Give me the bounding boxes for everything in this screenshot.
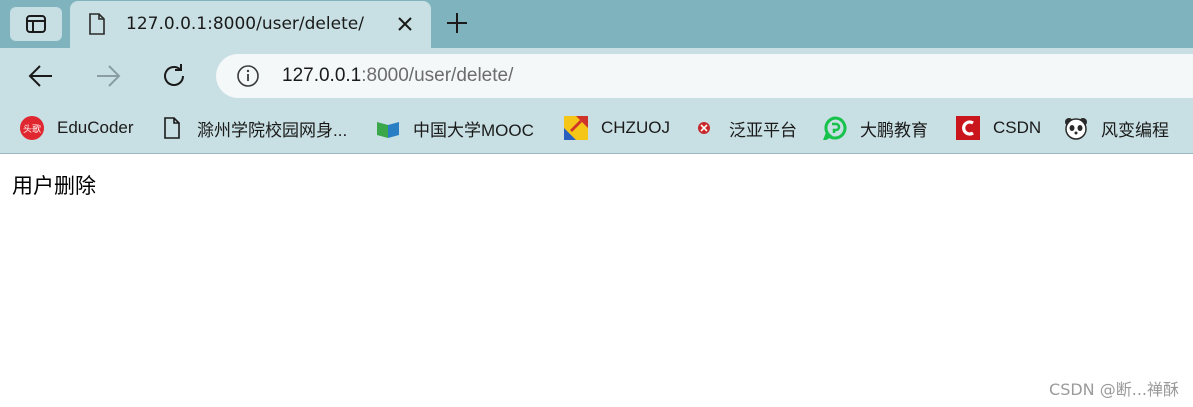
page-heading-text: 用户删除 — [12, 174, 96, 198]
dapeng-icon — [823, 116, 847, 140]
bookmark-chzuoj[interactable]: CHZUOJ — [564, 114, 670, 142]
new-tab-icon[interactable] — [445, 11, 469, 35]
watermark-text: CSDN @断...禅酥 — [1049, 380, 1179, 399]
bookmark-label: CHZUOJ — [601, 118, 670, 137]
info-icon[interactable] — [236, 64, 260, 88]
forward-arrow-icon[interactable] — [94, 62, 122, 90]
panda-icon — [1065, 118, 1087, 140]
bookmark-csdn[interactable]: CSDN — [956, 114, 1041, 142]
bookmark-mooc[interactable]: 中国大学MOOC — [376, 114, 534, 142]
address-bar[interactable]: 127.0.0.1:8000/user/delete/ — [216, 54, 1193, 98]
bookmark-label: 泛亚平台 — [729, 120, 797, 140]
close-icon[interactable] — [397, 16, 413, 32]
tab-title: 127.0.0.1:8000/user/delete/ — [126, 14, 364, 34]
bookmark-label: 风变编程 — [1101, 120, 1169, 140]
bookmark-fengbian[interactable]: 风变编程 — [1064, 114, 1169, 142]
url-path: :8000/user/delete/ — [361, 65, 514, 86]
url-text[interactable]: 127.0.0.1:8000/user/delete/ — [282, 65, 513, 87]
bookmark-label: 大鹏教育 — [860, 120, 928, 140]
reload-icon[interactable] — [160, 62, 188, 90]
tab-actions-icon — [26, 15, 46, 33]
bookmark-label: CSDN — [993, 118, 1042, 137]
page-icon — [164, 117, 180, 139]
chzuoj-icon — [564, 116, 588, 140]
tab-actions-button[interactable] — [10, 7, 62, 41]
back-arrow-icon[interactable] — [27, 62, 55, 90]
bookmark-label: EduCoder — [57, 118, 134, 137]
icon-badge-text: 头歌 — [23, 123, 41, 135]
tab-active[interactable]: 127.0.0.1:8000/user/delete/ — [70, 1, 431, 48]
bookmark-fanya[interactable]: 泛亚平台 — [692, 114, 797, 142]
tab-strip: 127.0.0.1:8000/user/delete/ — [0, 0, 1193, 48]
url-host: 127.0.0.1 — [282, 65, 362, 86]
navigation-toolbar: 127.0.0.1:8000/user/delete/ — [0, 48, 1193, 104]
mooc-icon — [377, 122, 399, 138]
bookmark-chuzhou[interactable]: 滁州学院校园网身... — [160, 114, 347, 142]
bookmark-label: 滁州学院校园网身... — [197, 120, 348, 140]
bookmark-label: 中国大学MOOC — [413, 120, 534, 140]
bookmarks-bar: 头歌 EduCoder 滁州学院校园网身... 中国大学MOOC CHZUOJ … — [0, 104, 1193, 154]
fanya-icon — [698, 122, 710, 134]
bookmark-dapeng[interactable]: 大鹏教育 — [823, 114, 928, 142]
page-icon — [89, 13, 105, 35]
csdn-icon — [956, 116, 980, 140]
toutiao-icon: 头歌 — [20, 116, 44, 140]
bookmark-educoder[interactable]: 头歌 EduCoder — [20, 114, 134, 142]
